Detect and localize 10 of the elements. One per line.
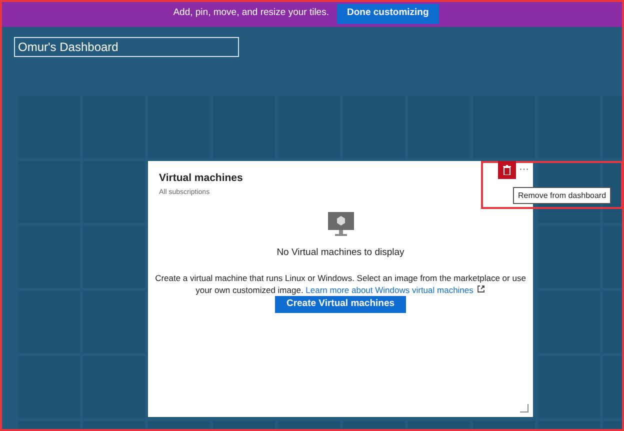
dashboard-title-field[interactable]: Omur's Dashboard: [14, 37, 239, 57]
tooltip: Remove from dashboard: [513, 187, 612, 204]
banner-text: Add, pin, move, and resize your tiles.: [173, 6, 329, 20]
done-customizing-button[interactable]: Done customizing: [336, 4, 439, 24]
empty-message: No Virtual machines to display: [276, 246, 404, 260]
description-text: Create a virtual machine that runs Linux or Windows. Select an image from the marketplace or use your own customized image. Learn more about Windows virtual machines: [154, 272, 527, 296]
create-virtual-machines-button[interactable]: Create Virtual machines: [275, 296, 406, 312]
tile-title: Virtual machines: [159, 171, 244, 186]
learn-more-link[interactable]: Learn more about Windows virtual machines: [306, 284, 474, 294]
more-button[interactable]: ···: [518, 161, 530, 178]
